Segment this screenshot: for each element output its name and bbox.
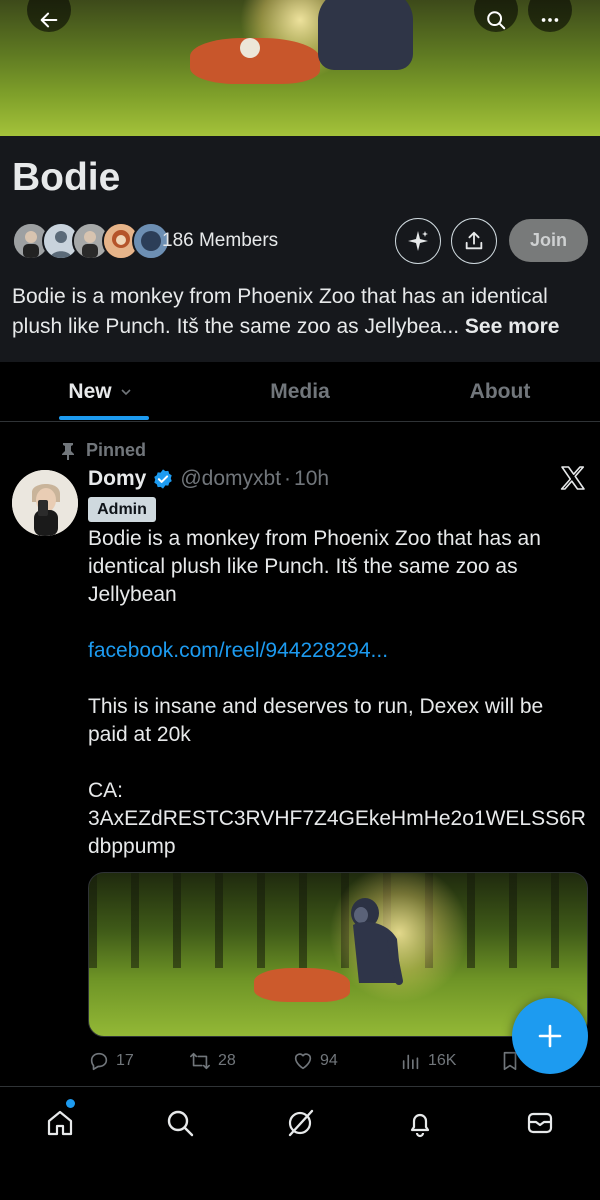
tab-media-label: Media	[270, 380, 330, 403]
author-name[interactable]: Domy	[88, 467, 146, 491]
chevron-down-icon	[121, 389, 131, 396]
grok-icon	[288, 1109, 314, 1137]
banner-toy	[240, 38, 260, 58]
reply-icon	[90, 1052, 108, 1071]
community-description: Bodie is a monkey from Phoenix Zoo that …	[12, 282, 592, 342]
more-horizontal-icon	[541, 18, 559, 22]
meta-separator: ·	[284, 467, 292, 490]
like-count: 94	[320, 1052, 338, 1069]
tab-new-label: New	[68, 380, 112, 403]
post-time[interactable]: 10h	[294, 467, 329, 491]
member-avatars[interactable]	[12, 222, 170, 260]
post-text-paragraph: Bodie is a monkey from Phoenix Zoo that …	[88, 527, 541, 606]
like-button[interactable]: 94	[292, 1050, 400, 1072]
tab-about[interactable]: About	[400, 362, 600, 422]
author-handle[interactable]: @domyxbt	[180, 467, 281, 491]
views-count: 16K	[428, 1052, 457, 1069]
share-button[interactable]	[451, 218, 497, 264]
pinned-indicator: Pinned	[60, 440, 146, 461]
heart-icon	[294, 1053, 312, 1070]
post-image[interactable]	[88, 872, 588, 1037]
post-link[interactable]: facebook.com/reel/944228294...	[88, 637, 588, 665]
nav-grok[interactable]	[280, 1103, 320, 1143]
contract-address-line: dbppump	[88, 835, 176, 858]
community-tabs: New Media About	[0, 362, 600, 422]
members-count[interactable]: 186 Members	[162, 230, 278, 252]
community-banner	[0, 0, 600, 136]
more-button[interactable]	[528, 0, 572, 32]
share-icon	[465, 231, 483, 250]
post-actions: 17 28 94 16K	[88, 1046, 588, 1076]
grok-summary-button[interactable]	[395, 218, 441, 264]
home-icon	[47, 1110, 73, 1136]
nav-search[interactable]	[160, 1103, 200, 1143]
post-author-row: Domy @domyxbt · 10h	[88, 467, 329, 491]
tab-new[interactable]: New	[0, 362, 200, 422]
see-more-link[interactable]: See more	[465, 315, 560, 338]
views-button[interactable]: 16K	[400, 1050, 500, 1072]
post-body: Bodie is a monkey from Phoenix Zoo that …	[88, 525, 588, 861]
banner-monkey	[318, 0, 413, 70]
back-button[interactable]	[27, 0, 71, 32]
join-button[interactable]: Join	[509, 219, 588, 262]
pinned-label: Pinned	[86, 440, 147, 460]
reply-count: 17	[116, 1052, 134, 1069]
nav-notifications[interactable]	[400, 1103, 440, 1143]
image-monkey	[351, 898, 403, 985]
admin-badge: Admin	[88, 497, 156, 522]
contract-address-line: 3AxEZdRESTC3RVHF7Z4GEkeHmHe2o1WELSS6R	[88, 807, 586, 830]
search-icon	[487, 11, 506, 30]
verified-badge-icon	[154, 469, 173, 489]
nav-home[interactable]	[40, 1103, 80, 1143]
active-tab-indicator	[59, 416, 149, 420]
mail-icon	[527, 1112, 553, 1134]
community-name: Bodie	[12, 156, 121, 199]
x-logo-icon	[560, 466, 586, 495]
plus-icon	[538, 1024, 562, 1048]
community-header: Bodie 186 Members Join Bodie is a monkey…	[0, 136, 600, 362]
tab-about-label: About	[469, 380, 531, 403]
tab-media[interactable]: Media	[200, 362, 400, 422]
sparkle-icon	[408, 231, 428, 251]
reply-button[interactable]: 17	[88, 1050, 188, 1072]
post-author-avatar[interactable]	[12, 470, 78, 536]
image-plush	[254, 968, 350, 1002]
repost-button[interactable]: 28	[188, 1050, 292, 1072]
arrow-left-icon	[40, 12, 58, 28]
views-chart-icon	[402, 1054, 419, 1070]
bottom-navigation	[0, 1086, 600, 1200]
compose-button[interactable]	[512, 998, 588, 1074]
repost-icon	[190, 1052, 210, 1070]
repost-count: 28	[218, 1052, 236, 1069]
notification-dot	[66, 1099, 75, 1108]
search-icon	[167, 1110, 194, 1137]
contract-address-label: CA:	[88, 779, 124, 802]
bell-icon	[410, 1113, 430, 1138]
search-button[interactable]	[474, 0, 518, 32]
pin-icon	[62, 442, 74, 460]
post-text-paragraph: This is insane and deserves to run, Dexe…	[88, 695, 544, 746]
nav-messages[interactable]	[520, 1103, 560, 1143]
